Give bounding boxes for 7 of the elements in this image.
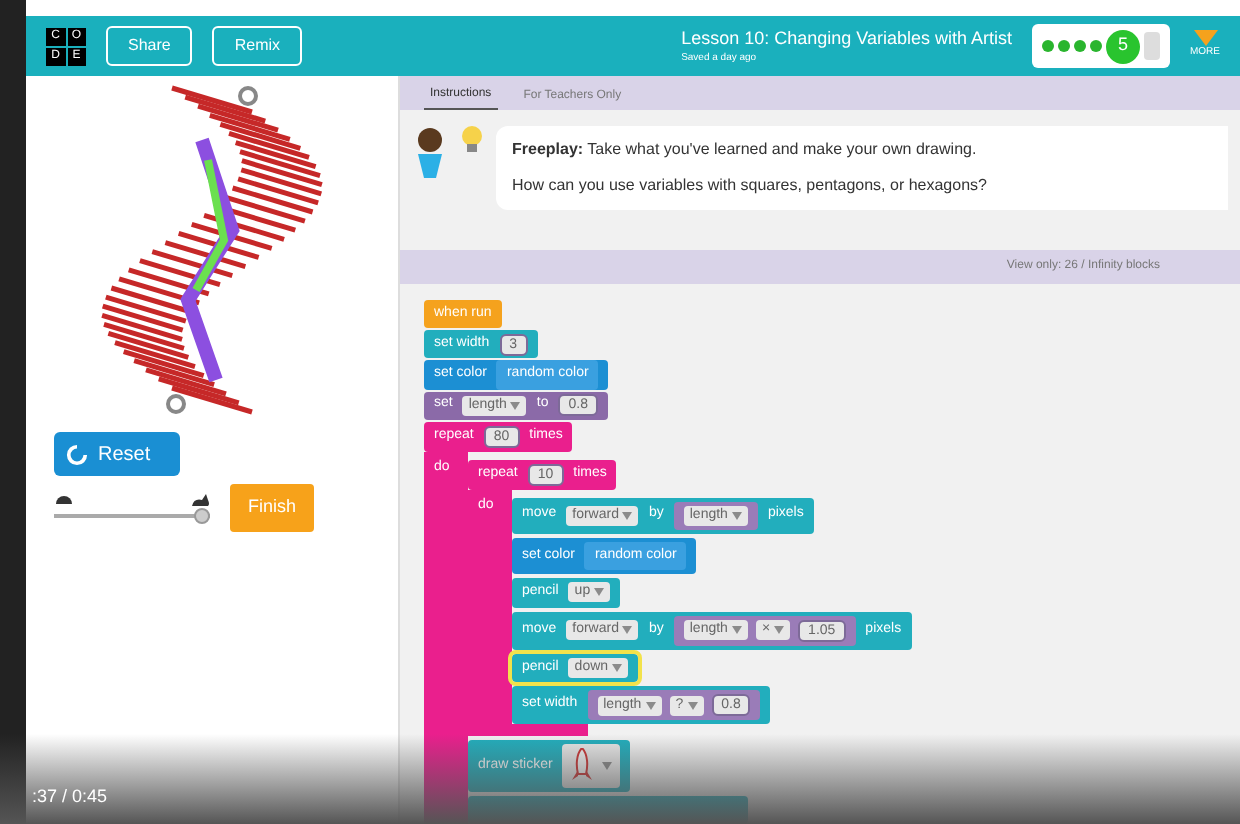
instruction-text: Freeplay: Take what you've learned and make your own drawing. xyxy=(512,138,979,162)
header-button[interactable]: Share xyxy=(106,26,193,66)
video-time: :37 / 0:45 xyxy=(32,783,108,809)
lesson-title: Lesson 10: Changing Variables with Artist xyxy=(681,25,1012,52)
reset-button[interactable]: Reset xyxy=(54,432,180,476)
header-button[interactable]: Remix xyxy=(212,26,303,66)
instruction-question: How can you use variables with squares, pentagons, or hexagons? xyxy=(512,174,989,198)
